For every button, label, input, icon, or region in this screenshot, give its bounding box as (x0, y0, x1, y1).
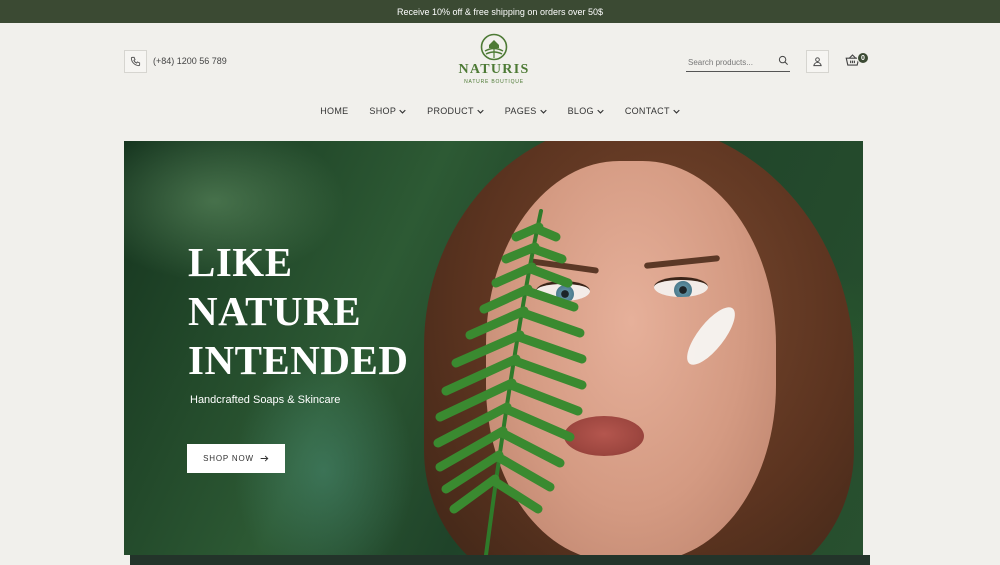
nav-item-product[interactable]: PRODUCT (427, 106, 484, 116)
nav-label: HOME (320, 106, 349, 116)
nav-label: PRODUCT (427, 106, 474, 116)
search-bar (686, 52, 790, 72)
logo-tagline: NATURE BOUTIQUE (464, 79, 524, 85)
shop-now-button[interactable]: SHOP NOW (187, 444, 285, 473)
nav-label: CONTACT (624, 106, 670, 116)
logo-emblem-icon (480, 33, 508, 61)
nav-label: BLOG (567, 106, 594, 116)
phone-icon (130, 56, 141, 67)
main-nav: HOME SHOP PRODUCT PAGES BLOG CONTACT (0, 106, 1000, 116)
phone-number[interactable]: (+84) 1200 56 789 (153, 56, 227, 66)
phone-button[interactable] (124, 50, 147, 73)
hero-image-eye (654, 277, 708, 297)
chevron-down-icon (477, 109, 484, 114)
chevron-down-icon (673, 109, 680, 114)
hero-image-iris (674, 281, 692, 297)
chevron-down-icon (539, 109, 547, 114)
nav-item-blog[interactable]: BLOG (568, 106, 604, 116)
nav-label: SHOP (369, 106, 397, 116)
arrow-right-icon (260, 455, 269, 462)
hero-title-line: NATURE (188, 288, 362, 334)
logo-name: NATURIS (458, 62, 530, 77)
next-section-edge (130, 555, 870, 565)
hero-banner: LIKE NATURE INTENDED Handcrafted Soaps &… (124, 141, 863, 555)
search-icon[interactable] (778, 55, 789, 66)
nav-item-contact[interactable]: CONTACT (625, 106, 680, 116)
promo-text: Receive 10% off & free shipping on order… (397, 6, 603, 17)
hero-title: LIKE NATURE INTENDED (188, 238, 448, 385)
hero-subtitle: Handcrafted Soaps & Skincare (190, 394, 341, 406)
user-icon (813, 57, 822, 67)
chevron-down-icon (597, 109, 604, 114)
account-button[interactable] (806, 50, 829, 73)
cart-count-badge: 0 (857, 52, 869, 64)
hero-title-line: INTENDED (188, 337, 409, 383)
search-input[interactable] (686, 53, 772, 72)
nav-item-pages[interactable]: PAGES (505, 106, 547, 116)
shop-now-label: SHOP NOW (203, 454, 254, 463)
chevron-down-icon (399, 109, 406, 114)
hero-title-line: LIKE (188, 239, 293, 285)
promo-bar: Receive 10% off & free shipping on order… (0, 0, 1000, 23)
nav-item-shop[interactable]: SHOP (369, 106, 406, 116)
nav-item-home[interactable]: HOME (320, 106, 348, 116)
nav-label: PAGES (504, 106, 537, 116)
logo[interactable]: NATURIS NATURE BOUTIQUE (445, 33, 543, 85)
